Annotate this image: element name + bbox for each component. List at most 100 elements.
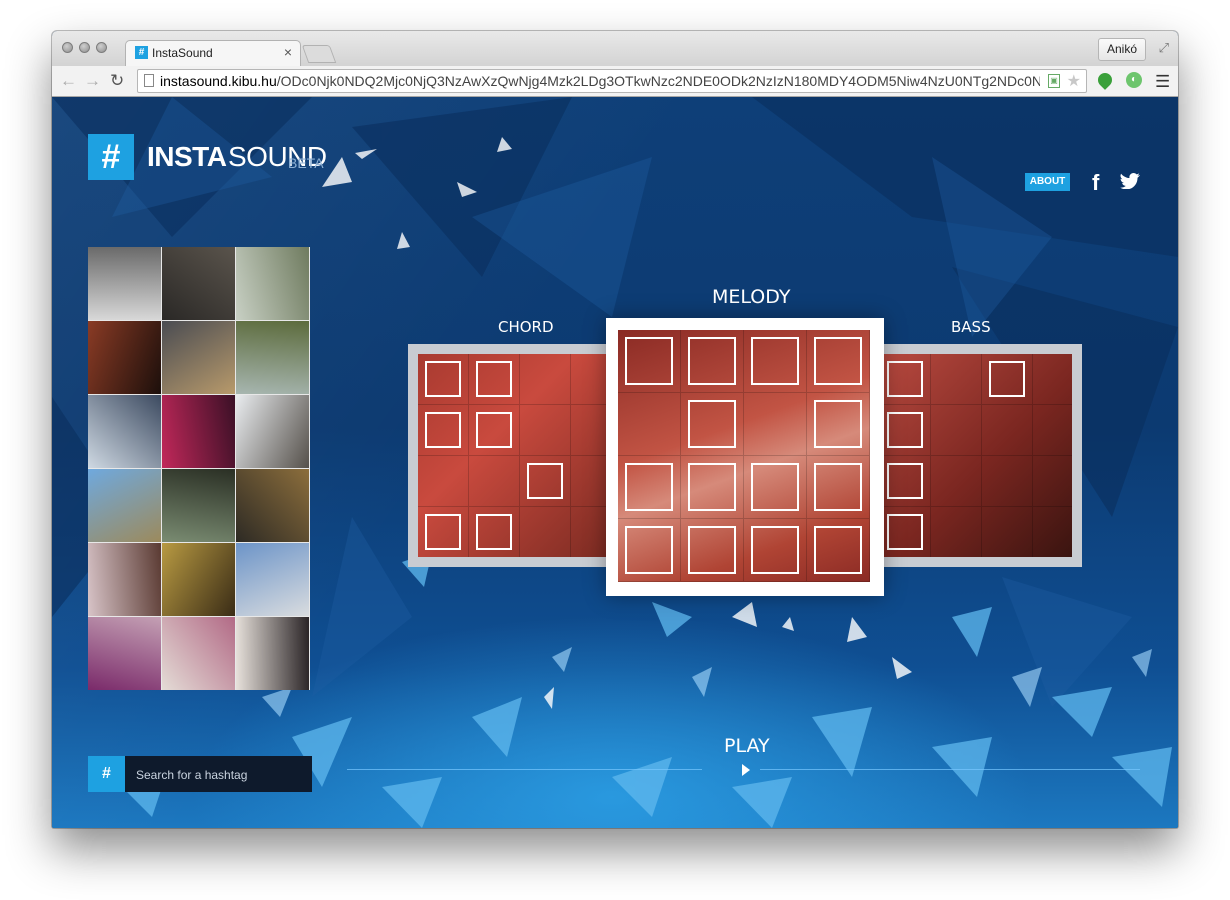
chord-cell[interactable] xyxy=(520,354,571,405)
photo-thumbnail[interactable] xyxy=(162,617,235,690)
chord-pad[interactable] xyxy=(418,354,610,557)
melody-cell[interactable] xyxy=(744,393,807,456)
chord-active-step xyxy=(425,514,461,550)
melody-cell[interactable] xyxy=(681,456,744,519)
chord-cell[interactable] xyxy=(520,456,571,507)
melody-pad[interactable] xyxy=(618,330,870,582)
chord-cell[interactable] xyxy=(571,354,610,405)
bass-cell[interactable] xyxy=(1033,405,1072,456)
melody-cell[interactable] xyxy=(807,393,870,456)
photo-thumbnail[interactable] xyxy=(162,321,235,394)
photo-thumbnail[interactable] xyxy=(236,395,309,468)
play-label[interactable]: PLAY xyxy=(724,735,770,757)
chord-cell[interactable] xyxy=(469,507,520,557)
chord-cell[interactable] xyxy=(571,507,610,557)
bass-cell[interactable] xyxy=(880,354,931,405)
photo-thumbnail[interactable] xyxy=(88,395,161,468)
bass-active-step xyxy=(887,412,923,448)
photo-thumbnail[interactable] xyxy=(162,469,235,542)
bass-pad[interactable] xyxy=(880,354,1072,557)
photo-thumbnail[interactable] xyxy=(162,247,235,320)
melody-cell[interactable] xyxy=(807,456,870,519)
bass-label: BASS xyxy=(951,318,991,336)
bass-cell[interactable] xyxy=(1033,456,1072,507)
bass-cell[interactable] xyxy=(931,405,982,456)
chord-cell[interactable] xyxy=(418,405,469,456)
bass-cell[interactable] xyxy=(982,354,1033,405)
melody-cell[interactable] xyxy=(618,456,681,519)
chord-cell[interactable] xyxy=(418,507,469,557)
page-action-icon[interactable]: ▣ xyxy=(1048,74,1060,88)
extension-circle-icon[interactable]: ◐ xyxy=(1126,72,1142,88)
photo-thumbnail[interactable] xyxy=(236,247,309,320)
chord-cell[interactable] xyxy=(571,456,610,507)
melody-cell[interactable] xyxy=(618,330,681,393)
melody-cell[interactable] xyxy=(681,393,744,456)
profile-button[interactable]: Anikó xyxy=(1097,38,1146,61)
melody-cell[interactable] xyxy=(807,330,870,393)
minimize-window-button[interactable] xyxy=(79,42,90,53)
photo-thumbnail[interactable] xyxy=(88,543,161,616)
melody-cell[interactable] xyxy=(618,519,681,582)
bass-cell[interactable] xyxy=(1033,507,1072,557)
chord-cell[interactable] xyxy=(418,456,469,507)
photo-thumbnail[interactable] xyxy=(236,321,309,394)
fullscreen-icon[interactable]: ⤢ xyxy=(1159,40,1169,56)
about-button[interactable]: ABOUT xyxy=(1025,173,1070,191)
hashtag-search-input[interactable] xyxy=(134,756,308,794)
chord-cell[interactable] xyxy=(520,405,571,456)
back-icon[interactable]: ← xyxy=(60,71,77,91)
photo-thumbnail[interactable] xyxy=(88,617,161,690)
photo-thumbnail[interactable] xyxy=(236,469,309,542)
forward-icon[interactable]: → xyxy=(84,71,101,91)
photo-thumbnail[interactable] xyxy=(88,321,161,394)
photo-thumbnail[interactable] xyxy=(162,395,235,468)
melody-cell[interactable] xyxy=(744,456,807,519)
chord-cell[interactable] xyxy=(469,456,520,507)
bookmark-star-icon[interactable]: ★ xyxy=(1067,71,1081,91)
bass-cell[interactable] xyxy=(982,456,1033,507)
bass-cell[interactable] xyxy=(982,507,1033,557)
bass-active-step xyxy=(887,463,923,499)
new-tab-button[interactable] xyxy=(301,45,337,63)
hash-icon[interactable]: # xyxy=(88,756,125,792)
twitter-icon[interactable] xyxy=(1120,173,1140,189)
chord-cell[interactable] xyxy=(469,354,520,405)
bass-cell[interactable] xyxy=(880,405,931,456)
bass-cell[interactable] xyxy=(880,456,931,507)
tab-instasound[interactable]: # InstaSound × xyxy=(125,40,301,66)
chord-cell[interactable] xyxy=(469,405,520,456)
melody-cell[interactable] xyxy=(681,519,744,582)
address-bar[interactable]: instasound.kibu.hu/ODc0Njk0NDQ2Mjc0NjQ3N… xyxy=(137,69,1087,93)
chord-cell[interactable] xyxy=(520,507,571,557)
zoom-window-button[interactable] xyxy=(96,42,107,53)
chord-cell[interactable] xyxy=(571,405,610,456)
bass-cell[interactable] xyxy=(982,405,1033,456)
facebook-icon[interactable]: f xyxy=(1092,170,1099,196)
bass-cell[interactable] xyxy=(931,354,982,405)
bass-cell[interactable] xyxy=(1033,354,1072,405)
melody-cell[interactable] xyxy=(744,519,807,582)
photo-thumbnail[interactable] xyxy=(162,543,235,616)
photo-thumbnail[interactable] xyxy=(88,247,161,320)
chord-cell[interactable] xyxy=(418,354,469,405)
logo-hash-icon[interactable]: # xyxy=(88,134,134,180)
menu-icon[interactable]: ☰ xyxy=(1155,72,1170,92)
play-icon[interactable] xyxy=(742,764,750,776)
url-text[interactable]: instasound.kibu.hu/ODc0Njk0NDQ2Mjc0NjQ3N… xyxy=(160,73,1040,89)
melody-cell[interactable] xyxy=(807,519,870,582)
melody-cell[interactable] xyxy=(744,330,807,393)
tab-close-icon[interactable]: × xyxy=(284,44,292,60)
photo-thumbnail[interactable] xyxy=(88,469,161,542)
reload-icon[interactable]: ↻ xyxy=(110,71,124,91)
melody-cell[interactable] xyxy=(618,393,681,456)
bass-cell[interactable] xyxy=(931,507,982,557)
bass-cell[interactable] xyxy=(931,456,982,507)
close-window-button[interactable] xyxy=(62,42,73,53)
photo-thumbnail[interactable] xyxy=(236,617,309,690)
bass-cell[interactable] xyxy=(880,507,931,557)
hashtag-search: # xyxy=(88,756,312,794)
photo-thumbnail[interactable] xyxy=(236,543,309,616)
melody-cell[interactable] xyxy=(681,330,744,393)
extension-pin-icon[interactable] xyxy=(1095,70,1115,90)
